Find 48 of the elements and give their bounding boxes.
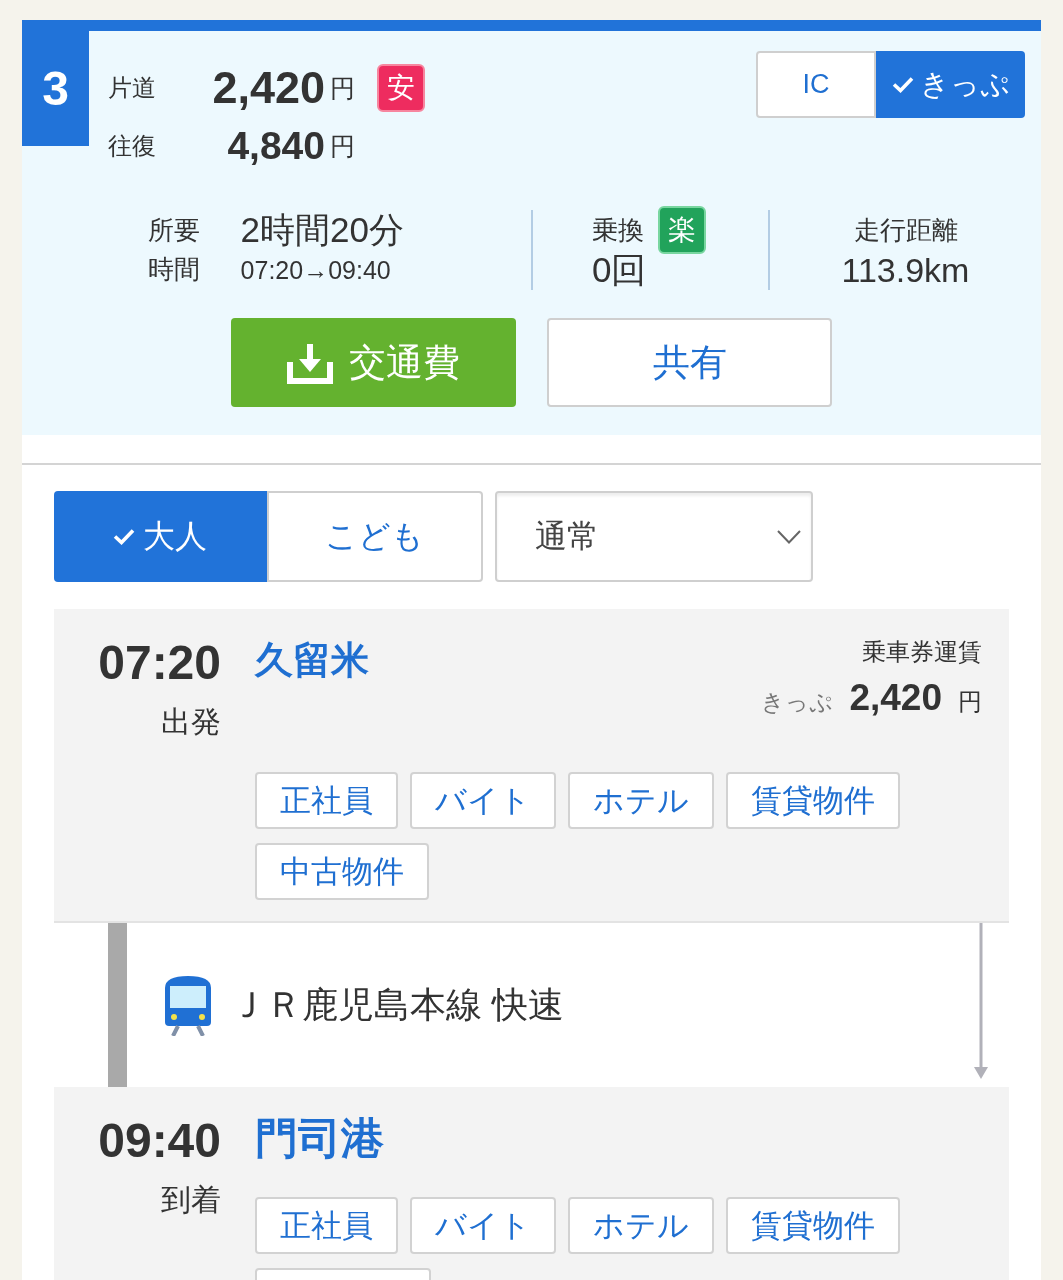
fare-amount: 2,420 xyxy=(849,676,942,720)
transfer-label: 乗換 xyxy=(592,214,644,247)
chevron-down-icon xyxy=(777,529,801,544)
tag-link[interactable]: 中古物件 xyxy=(255,843,429,900)
tag-link[interactable]: ホテル xyxy=(568,1197,714,1254)
transfer-count: 0回 xyxy=(592,250,648,290)
download-icon xyxy=(287,341,333,384)
station-link[interactable]: 久留米 xyxy=(255,637,369,683)
passenger-tab[interactable]: 大人 xyxy=(54,491,267,582)
share-button[interactable]: 共有 xyxy=(547,318,832,407)
tag-link[interactable]: 賃貸物件 xyxy=(726,772,900,829)
station-link[interactable]: 門司港 xyxy=(255,1115,384,1161)
train-icon xyxy=(163,974,213,1036)
stop-event: 出発 xyxy=(160,704,221,740)
stop-time: 07:20 xyxy=(97,637,221,689)
fare-amount: 4,840 xyxy=(226,124,325,168)
easy-badge: 楽 xyxy=(658,206,706,254)
duration-label: 所要時間 xyxy=(148,214,201,286)
currency-unit: 円 xyxy=(330,72,355,104)
check-icon xyxy=(113,528,136,545)
download-button[interactable]: 交通費 xyxy=(231,318,516,407)
distance-value: 113.9km xyxy=(841,250,970,290)
currency-unit: 円 xyxy=(958,687,982,717)
fare-title: 乗車券運賃 xyxy=(862,637,982,667)
distance-label: 走行距離 xyxy=(853,214,958,247)
fare-label: 往復 xyxy=(108,131,157,161)
cheap-badge: 安 xyxy=(377,64,425,112)
route-number: 3 xyxy=(22,31,89,146)
passenger-tab[interactable]: こども xyxy=(266,491,483,582)
currency-unit: 円 xyxy=(330,130,355,162)
line-name: ＪＲ鹿児島本線 快速 xyxy=(230,982,564,1027)
fare-type-tab[interactable]: きっぷ xyxy=(876,51,1025,118)
stop-event: 到着 xyxy=(160,1182,221,1218)
tag-link[interactable]: バイト xyxy=(410,772,556,829)
fare-type-tab[interactable]: IC xyxy=(756,51,876,118)
fare-amount: 2,420 xyxy=(211,62,325,114)
tag-link[interactable]: 賃貸物件 xyxy=(726,1197,900,1254)
duration-value: 2時間20分 xyxy=(240,210,404,250)
time-range: 07:20→09:40 xyxy=(240,255,392,286)
tag-link[interactable]: ホテル xyxy=(568,772,714,829)
check-icon xyxy=(891,76,914,93)
tag-link[interactable]: バイト xyxy=(410,1197,556,1254)
stop-time: 09:40 xyxy=(97,1115,221,1167)
tag-link[interactable]: 正社員 xyxy=(255,1197,398,1254)
fare-label: 片道 xyxy=(108,73,157,103)
ticket-type: きっぷ xyxy=(761,688,834,717)
tag-link[interactable]: 正社員 xyxy=(255,772,398,829)
ticket-class-select[interactable]: 通常 xyxy=(495,491,813,582)
